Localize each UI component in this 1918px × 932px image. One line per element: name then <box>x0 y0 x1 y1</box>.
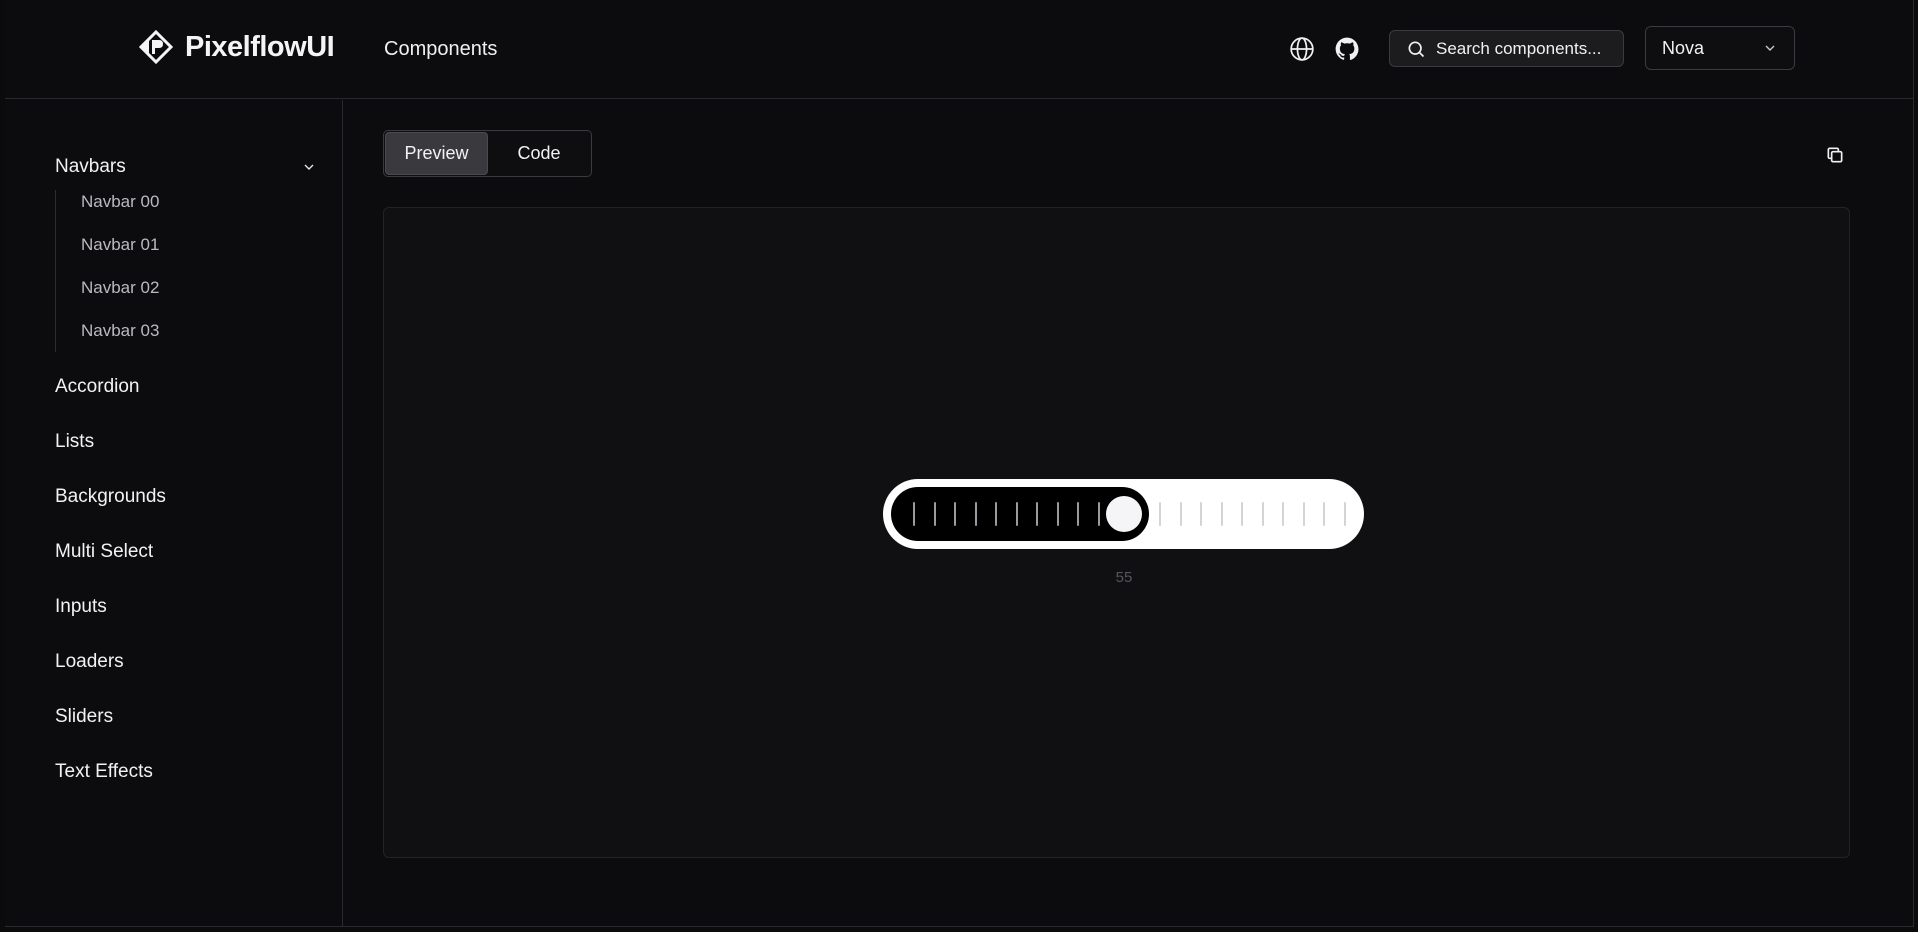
slider-tick <box>1323 502 1325 526</box>
chevron-down-icon <box>1765 45 1775 51</box>
slider-tick <box>1056 502 1059 526</box>
slider-tick <box>913 502 915 526</box>
sidebar-item-navbar-00[interactable]: Navbar 00 <box>56 180 255 223</box>
tab-preview[interactable]: Preview <box>385 132 488 175</box>
slider-tick <box>1015 502 1018 526</box>
language-button[interactable] <box>1287 34 1317 64</box>
copy-icon <box>1827 147 1843 163</box>
sidebar-item-accordion[interactable]: Accordion <box>55 359 166 414</box>
search-button[interactable]: Search components... <box>1389 30 1624 67</box>
sidebar-item-navbar-03[interactable]: Navbar 03 <box>56 309 255 352</box>
sidebar-item-navbar-01[interactable]: Navbar 01 <box>56 223 255 266</box>
slider-knob[interactable] <box>1106 496 1142 532</box>
app-window: PixelflowUI Components Search components… <box>5 0 1914 927</box>
theme-select-value: Nova <box>1662 37 1705 58</box>
sidebar-item-loaders[interactable]: Loaders <box>55 634 166 689</box>
brand[interactable]: PixelflowUI <box>139 30 335 64</box>
sidebar-item-multi-select[interactable]: Multi Select <box>55 524 166 579</box>
tick-slider[interactable] <box>883 479 1364 549</box>
top-header: PixelflowUI Components Search components… <box>5 0 1913 99</box>
github-icon <box>1335 37 1359 60</box>
nav-link-components[interactable]: Components <box>384 38 497 61</box>
slider-tick <box>1179 502 1182 526</box>
sidebar-items: Accordion Lists Backgrounds Multi Select… <box>55 359 166 799</box>
slider-tick <box>1282 502 1284 526</box>
slider-tick <box>1220 502 1223 526</box>
sidebar-item-text-effects[interactable]: Text Effects <box>55 744 166 799</box>
pixelflow-logo-icon <box>139 30 173 64</box>
sidebar-item-lists[interactable]: Lists <box>55 414 166 469</box>
slider-tick <box>1241 502 1243 526</box>
slider-tick <box>1159 502 1161 526</box>
slider-tick <box>933 502 936 526</box>
slider-tick <box>1200 502 1202 526</box>
slider-tick <box>1302 502 1305 526</box>
slider-tick <box>974 502 977 526</box>
copy-button[interactable] <box>1820 140 1850 170</box>
slider-tick <box>1077 502 1079 526</box>
preview-panel: 55 <box>383 207 1850 858</box>
globe-icon <box>1290 37 1314 61</box>
tab-code[interactable]: Code <box>488 132 590 175</box>
brand-name: PixelflowUI <box>185 30 335 63</box>
chevron-down-icon <box>304 164 314 170</box>
sidebar-group-navbars[interactable]: Navbars <box>55 152 317 182</box>
sidebar: Navbars Navbar 00 Navbar 01 Navbar 02 Na… <box>5 100 343 927</box>
sidebar-item-backgrounds[interactable]: Backgrounds <box>55 469 166 524</box>
slider-tick <box>1097 502 1100 526</box>
slider-tick <box>1036 502 1038 526</box>
github-button[interactable] <box>1332 34 1362 64</box>
view-tabs: Preview Code <box>383 130 592 177</box>
search-icon <box>1408 41 1425 57</box>
slider-tick <box>954 502 956 526</box>
slider-tick <box>1261 502 1264 526</box>
sidebar-item-inputs[interactable]: Inputs <box>55 579 166 634</box>
slider-tick <box>995 502 997 526</box>
sidebar-group-label: Navbars <box>55 156 126 177</box>
slider-value: 55 <box>1115 569 1133 586</box>
sidebar-submenu: Navbar 00 Navbar 01 Navbar 02 Navbar 03 <box>55 190 255 352</box>
slider-tick <box>1343 502 1346 526</box>
search-label: Search components... <box>1436 38 1602 58</box>
sidebar-item-sliders[interactable]: Sliders <box>55 689 166 744</box>
theme-select[interactable]: Nova <box>1645 26 1795 70</box>
sidebar-item-navbar-02[interactable]: Navbar 02 <box>56 266 255 309</box>
